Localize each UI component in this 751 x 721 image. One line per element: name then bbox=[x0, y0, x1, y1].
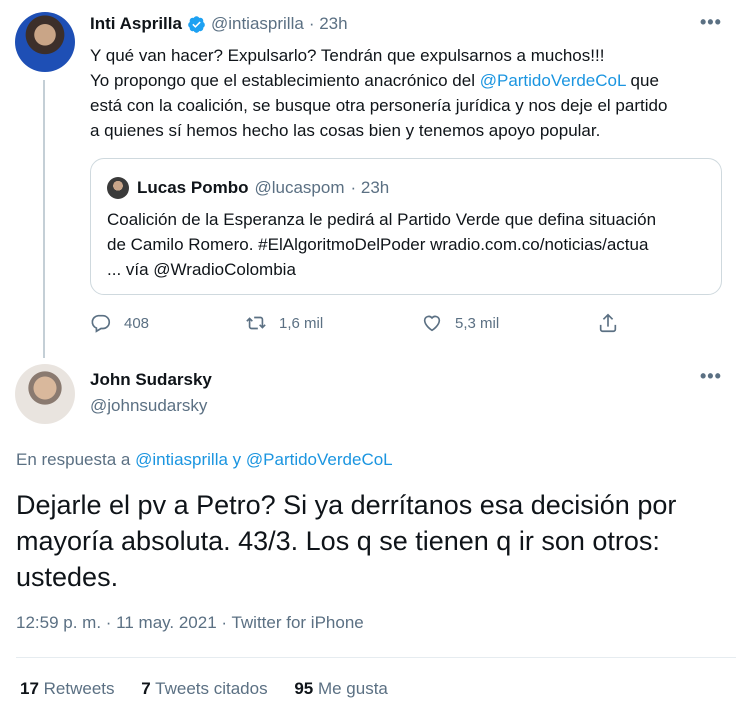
retweets-label: Retweets bbox=[38, 679, 115, 698]
author-name[interactable]: John Sudarsky bbox=[90, 370, 212, 390]
parent-tweet-text: Y qué van hacer? Expulsarlo? Tendrán que… bbox=[90, 43, 730, 143]
author-handle[interactable]: @intiasprilla bbox=[211, 14, 304, 34]
reply-context: En respuesta a @intiasprilla y @PartidoV… bbox=[16, 450, 393, 470]
tweet-time[interactable]: · 23h bbox=[309, 14, 348, 34]
tweet-text-line: mayoría absoluta. 43/3. Los q se tienen … bbox=[16, 526, 660, 556]
divider bbox=[16, 657, 736, 658]
avatar-lucas-pombo bbox=[107, 177, 129, 199]
reply-conjunction: y bbox=[227, 450, 246, 469]
tweet-text-line: Dejarle el pv a Petro? Si ya derrítanos … bbox=[16, 490, 677, 520]
quoted-author-name: Lucas Pombo bbox=[137, 178, 249, 197]
reply-icon bbox=[91, 314, 111, 333]
quotes-stat[interactable]: 7 Tweets citados bbox=[141, 679, 267, 698]
quoted-text-line: de Camilo Romero. #ElAlgoritmoDelPoder w… bbox=[107, 235, 649, 254]
retweet-icon bbox=[246, 316, 266, 330]
tweet-text-line: ustedes. bbox=[16, 562, 119, 592]
reply-button[interactable]: 408 bbox=[90, 312, 149, 334]
tweet-text-line: a quienes sí hemos hecho las cosas bien … bbox=[90, 121, 601, 140]
avatar-inti-asprilla[interactable] bbox=[15, 12, 75, 72]
verified-badge-icon bbox=[187, 15, 206, 34]
tweet-text-line: Y qué van hacer? Expulsarlo? Tendrán que… bbox=[90, 46, 605, 65]
retweet-count: 1,6 mil bbox=[279, 314, 324, 332]
quoted-tweet-header: Lucas Pombo @lucaspom · 23h bbox=[107, 177, 389, 199]
quoted-tweet-time: · 23h bbox=[350, 178, 390, 197]
likes-count: 95 bbox=[294, 679, 314, 698]
reply-prefix: En respuesta a bbox=[16, 450, 136, 469]
author-handle[interactable]: @johnsudarsky bbox=[90, 396, 207, 416]
mention-link[interactable]: @PartidoVerdeCoL bbox=[480, 71, 626, 90]
mention-link[interactable]: @intiasprilla bbox=[135, 450, 228, 469]
quoted-author-handle: @lucaspom bbox=[254, 178, 345, 197]
reply-count: 408 bbox=[124, 314, 150, 332]
more-icon[interactable]: ••• bbox=[700, 12, 722, 33]
mention-link[interactable]: @PartidoVerdeCoL bbox=[246, 450, 393, 469]
avatar-john-sudarsky[interactable] bbox=[15, 364, 75, 424]
more-icon[interactable]: ••• bbox=[700, 366, 722, 387]
share-icon bbox=[599, 313, 617, 333]
like-button[interactable]: 5,3 mil bbox=[421, 312, 499, 334]
tweet-timestamp[interactable]: 12:59 p. m. · 11 may. 2021 · Twitter for… bbox=[16, 613, 364, 633]
tweet-text-line: está con la coalición, se busque otra pe… bbox=[90, 96, 668, 115]
likes-label: Me gusta bbox=[313, 679, 388, 698]
text-segment: que bbox=[625, 71, 659, 90]
like-icon bbox=[423, 315, 441, 332]
quoted-text-line: Coalición de la Esperanza le pedirá al P… bbox=[107, 210, 657, 229]
author-name[interactable]: Inti Asprilla bbox=[90, 14, 182, 34]
retweet-button[interactable]: 1,6 mil bbox=[245, 312, 323, 334]
parent-tweet-header: Inti Asprilla @intiasprilla · 23h bbox=[90, 14, 348, 34]
like-count: 5,3 mil bbox=[455, 314, 500, 332]
quoted-tweet-card[interactable]: Lucas Pombo @lucaspom · 23h Coalición de… bbox=[90, 158, 722, 295]
quoted-text-line: ... vía @WradioColombia bbox=[107, 260, 296, 279]
share-button[interactable] bbox=[597, 312, 631, 334]
quotes-label: Tweets citados bbox=[150, 679, 268, 698]
likes-stat[interactable]: 95 Me gusta bbox=[294, 679, 388, 698]
retweets-stat[interactable]: 17 Retweets bbox=[20, 679, 115, 698]
tweet-text-line: Yo propongo que el establecimiento anacr… bbox=[90, 68, 730, 93]
text-segment: Yo propongo que el establecimiento anacr… bbox=[90, 71, 480, 90]
quotes-count: 7 bbox=[141, 679, 151, 698]
tweet-stats: 17 Retweets 7 Tweets citados 95 Me gusta bbox=[20, 679, 410, 699]
tweet-actions: 408 1,6 mil 5,3 mil bbox=[90, 312, 630, 336]
thread-line bbox=[43, 80, 45, 358]
retweets-count: 17 bbox=[20, 679, 39, 698]
quoted-tweet-text: Coalición de la Esperanza le pedirá al P… bbox=[107, 207, 656, 282]
main-tweet-text: Dejarle el pv a Petro? Si ya derrítanos … bbox=[16, 487, 676, 595]
